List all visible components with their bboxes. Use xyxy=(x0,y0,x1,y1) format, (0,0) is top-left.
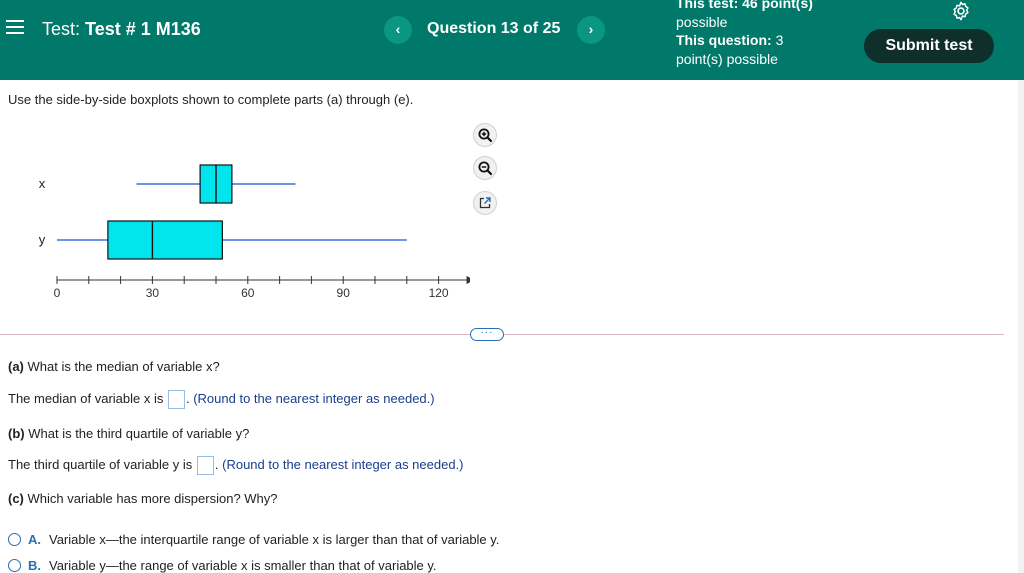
answer-a-input[interactable] xyxy=(167,390,185,409)
question-a-label: (a) xyxy=(8,359,24,374)
option-a-text: Variable x—the interquartile range of va… xyxy=(49,532,500,547)
zoom-out-button[interactable] xyxy=(473,156,497,180)
option-b-radio[interactable] xyxy=(8,559,21,572)
question-b: (b) What is the third quartile of variab… xyxy=(8,426,249,441)
x-axis-arrow xyxy=(466,276,470,284)
popout-button[interactable] xyxy=(473,191,497,215)
option-b[interactable]: B. Variable y—the range of variable x is … xyxy=(8,558,437,573)
scrollbar[interactable] xyxy=(1018,80,1024,573)
question-c-label: (c) xyxy=(8,491,24,506)
points-test-total: This test: 46 point(s) xyxy=(676,0,813,11)
answer-a-hint: (Round to the nearest integer as needed.… xyxy=(193,390,435,406)
x-tick-label-30: 30 xyxy=(146,286,160,300)
x-tick-label-120: 120 xyxy=(429,286,449,300)
question-a: (a) What is the median of variable x? xyxy=(8,359,220,374)
boxplot-chart: x y 0 30 60 90 120 xyxy=(39,164,470,300)
points-question-label: This question: xyxy=(676,32,772,48)
question-a-text: What is the median of variable x? xyxy=(27,359,220,374)
submit-test-button[interactable]: Submit test xyxy=(864,29,994,63)
x-tick-label-60: 60 xyxy=(241,286,255,300)
option-a-letter: A. xyxy=(28,532,41,547)
option-a-radio[interactable] xyxy=(8,533,21,546)
zoom-in-icon xyxy=(478,128,493,143)
answer-b-hint: (Round to the nearest integer as needed.… xyxy=(222,456,464,472)
question-counter: Question 13 of 25 xyxy=(427,20,561,37)
option-a[interactable]: A. Variable x—the interquartile range of … xyxy=(8,532,499,547)
question-c-text: Which variable has more dispersion? Why? xyxy=(27,491,278,506)
test-title: Test: Test # 1 M136 xyxy=(42,19,201,40)
test-prefix: Test: xyxy=(42,19,81,39)
x-tick-label-90: 90 xyxy=(337,286,351,300)
next-question-button[interactable]: › xyxy=(577,16,605,44)
points-question-value: 3 xyxy=(775,32,784,48)
show-more-button[interactable]: ··· xyxy=(470,328,504,341)
points-question-possible: point(s) possible xyxy=(676,50,778,67)
answer-b-prefix: The third quartile of variable y is xyxy=(8,456,193,472)
menu-icon[interactable] xyxy=(6,20,24,36)
question-c: (c) Which variable has more dispersion? … xyxy=(8,491,278,506)
option-b-text: Variable y—the range of variable x is sm… xyxy=(49,558,437,573)
answer-a-row: The median of variable x is . (Round to … xyxy=(8,390,435,409)
x-tick-label-0: 0 xyxy=(54,286,61,300)
question-b-text: What is the third quartile of variable y… xyxy=(28,426,250,441)
previous-question-button[interactable]: ‹ xyxy=(384,16,412,44)
answer-b-input[interactable] xyxy=(196,456,214,475)
option-b-letter: B. xyxy=(28,558,41,573)
series-label-x: x xyxy=(39,176,46,191)
header-bar: Test: Test # 1 M136 ‹ Question 13 of 25 … xyxy=(0,0,1024,80)
answer-a-prefix: The median of variable x is xyxy=(8,390,164,406)
zoom-out-icon xyxy=(478,161,493,176)
points-possible: possible xyxy=(676,13,728,30)
answer-b-row: The third quartile of variable y is . (R… xyxy=(8,456,464,475)
settings-gear-icon[interactable] xyxy=(950,0,972,22)
instruction-text: Use the side-by-side boxplots shown to c… xyxy=(8,92,414,107)
external-link-icon xyxy=(479,197,491,209)
zoom-in-button[interactable] xyxy=(473,123,497,147)
question-b-label: (b) xyxy=(8,426,25,441)
test-name: Test # 1 M136 xyxy=(85,19,201,39)
points-info: This test: 46 point(s) possible This que… xyxy=(676,0,813,68)
series-label-y: y xyxy=(39,232,46,247)
box-y xyxy=(107,220,223,260)
